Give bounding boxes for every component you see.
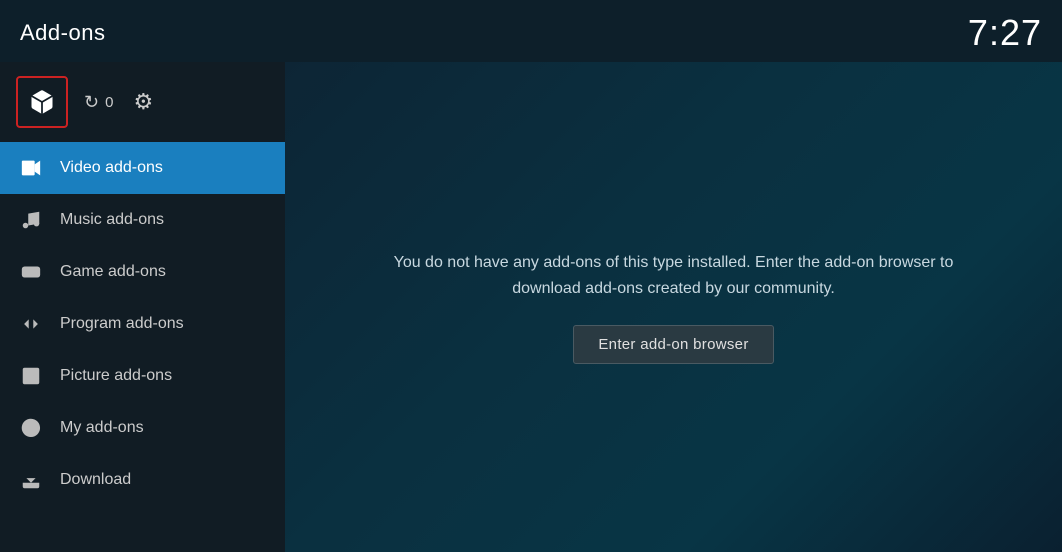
download-icon [18,467,44,493]
settings-icon[interactable]: ⚙ [133,89,153,115]
sidebar-item-my-addons[interactable]: My add-ons [0,402,285,454]
header: Add-ons 7:27 [0,0,1062,62]
enter-addon-browser-button[interactable]: Enter add-on browser [573,325,773,364]
addon-box-icon[interactable] [16,76,68,128]
sidebar-toolbar: ↻ 0 ⚙ [0,62,285,142]
refresh-button[interactable]: ↻ 0 [84,92,113,113]
sidebar-item-label: Download [60,471,131,489]
content-area: You do not have any add-ons of this type… [285,62,1062,552]
sidebar-item-label: Game add-ons [60,263,166,281]
sidebar-item-picture-addons[interactable]: Picture add-ons [0,350,285,402]
empty-state-message: You do not have any add-ons of this type… [374,250,974,301]
page-title: Add-ons [20,20,105,46]
main-layout: ↻ 0 ⚙ Video add-ons Music add-ons Game a… [0,62,1062,552]
refresh-icon: ↻ [84,92,99,113]
sidebar: ↻ 0 ⚙ Video add-ons Music add-ons Game a… [0,62,285,552]
music-icon [18,207,44,233]
program-icon [18,311,44,337]
sidebar-item-label: My add-ons [60,419,144,437]
sidebar-item-download[interactable]: Download [0,454,285,506]
sidebar-item-video-addons[interactable]: Video add-ons [0,142,285,194]
video-icon [18,155,44,181]
myaddon-icon [18,415,44,441]
sidebar-item-label: Music add-ons [60,211,164,229]
sidebar-item-music-addons[interactable]: Music add-ons [0,194,285,246]
clock-display: 7:27 [968,12,1042,54]
game-icon [18,259,44,285]
update-count: 0 [105,94,113,111]
sidebar-item-label: Picture add-ons [60,367,172,385]
sidebar-item-game-addons[interactable]: Game add-ons [0,246,285,298]
sidebar-item-label: Video add-ons [60,159,163,177]
sidebar-item-program-addons[interactable]: Program add-ons [0,298,285,350]
picture-icon [18,363,44,389]
box-icon [28,88,56,116]
sidebar-item-label: Program add-ons [60,315,184,333]
